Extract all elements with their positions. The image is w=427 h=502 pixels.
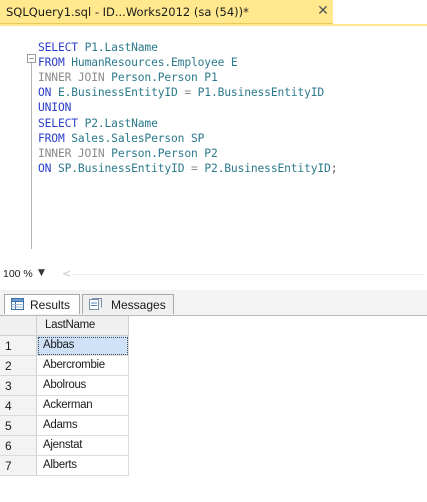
- code-token: P2.LastName: [84, 116, 158, 130]
- code-line: ON E.BusinessEntityID = P1.BusinessEntit…: [38, 85, 324, 100]
- query-editor[interactable]: − SELECT P1.LastName FROM HumanResources.…: [0, 26, 427, 262]
- row-number[interactable]: 3: [0, 376, 37, 396]
- tab-messages-label: Messages: [111, 298, 166, 312]
- code-token: Sales.SalesPerson SP: [71, 131, 205, 145]
- row-number[interactable]: 5: [0, 416, 37, 436]
- scroll-left-icon[interactable]: <: [62, 267, 71, 280]
- code-token: FROM: [38, 56, 72, 70]
- lastname-cell[interactable]: Ackerman: [37, 396, 129, 416]
- zoom-level[interactable]: 100 %: [3, 268, 33, 280]
- grid-header-row: LastName: [0, 316, 140, 336]
- code-token: INNER JOIN: [38, 146, 112, 160]
- code-line: INNER JOIN Person.Person P2: [38, 146, 218, 161]
- code-token: HumanResources.Employee E: [71, 56, 238, 70]
- messages-icon: [89, 298, 102, 310]
- table-row[interactable]: 5 Adams: [0, 416, 129, 436]
- code-token: P1.BusinessEntityID: [197, 86, 325, 100]
- code-token: P2.BusinessEntityID: [204, 161, 331, 175]
- zoom-dropdown-icon[interactable]: ▼: [38, 268, 45, 278]
- table-row[interactable]: 3 Abolrous: [0, 376, 129, 396]
- lastname-cell[interactable]: Adams: [37, 416, 129, 436]
- row-number[interactable]: 7: [0, 456, 37, 476]
- code-token: P1.LastName: [84, 41, 158, 54]
- column-header-lastname[interactable]: LastName: [37, 316, 129, 336]
- code-line: INNER JOIN Person.Person P1: [38, 70, 218, 85]
- tab-title: SQLQuery1.sql - ID...Works2012 (sa (54))…: [6, 5, 249, 19]
- code-token: ON: [38, 86, 58, 100]
- table-row[interactable]: 4 Ackerman: [0, 396, 129, 416]
- collapse-outline-icon[interactable]: −: [27, 54, 36, 63]
- code-line: SELECT P2.LastName: [38, 116, 158, 131]
- results-grid[interactable]: LastName 1 Abbas 2 Abercrombie 3 Abolrous 4 Ack…: [0, 316, 427, 502]
- code-token: Person.Person P2: [111, 146, 218, 160]
- code-token: ON: [38, 161, 58, 175]
- query-document-tab[interactable]: SQLQuery1.sql - ID...Works2012 (sa (54))…: [0, 0, 333, 24]
- tab-results[interactable]: Results: [4, 294, 80, 314]
- code-token: SELECT: [38, 116, 85, 130]
- code-token: =: [191, 161, 205, 175]
- code-token: SP.BusinessEntityID: [57, 161, 191, 175]
- row-number[interactable]: 2: [0, 356, 37, 376]
- lastname-cell[interactable]: Abbas: [37, 336, 129, 356]
- table-row[interactable]: 7 Alberts: [0, 456, 129, 476]
- grid-corner-select-all[interactable]: [0, 316, 37, 336]
- code-token: ;: [330, 161, 338, 175]
- lastname-cell[interactable]: Abolrous: [37, 376, 129, 396]
- grid-results-icon: [11, 298, 24, 310]
- lastname-cell[interactable]: Abercrombie: [37, 356, 129, 376]
- code-line: FROM HumanResources.Employee E: [38, 55, 238, 70]
- row-number[interactable]: 6: [0, 436, 37, 456]
- results-tab-strip: Results Messages: [0, 290, 427, 316]
- table-row[interactable]: 2 Abercrombie: [0, 356, 129, 376]
- code-token: UNION: [38, 101, 72, 115]
- code-token: =: [184, 86, 198, 100]
- code-line: SELECT P1.LastName: [38, 40, 158, 55]
- code-token: E.BusinessEntityID: [57, 86, 185, 100]
- code-token: INNER JOIN: [38, 71, 112, 85]
- lastname-cell[interactable]: Ajenstat: [37, 436, 129, 456]
- tab-results-label: Results: [30, 298, 71, 312]
- horizontal-scrollbar[interactable]: [73, 274, 423, 275]
- code-token: Person.Person P1: [111, 71, 218, 85]
- code-line: FROM Sales.SalesPerson SP: [38, 131, 204, 146]
- code-line: ON SP.BusinessEntityID = P2.BusinessEnti…: [38, 161, 337, 176]
- outline-guide: [31, 63, 32, 249]
- row-number[interactable]: 4: [0, 396, 37, 416]
- row-number[interactable]: 1: [0, 336, 37, 356]
- code-line: UNION: [38, 100, 71, 115]
- tab-messages[interactable]: Messages: [82, 294, 174, 314]
- lastname-cell[interactable]: Alberts: [37, 456, 129, 476]
- close-icon[interactable]: ✕: [316, 3, 330, 19]
- editor-status-row: 100 % ▼ <: [0, 265, 427, 284]
- code-token: SELECT: [38, 41, 85, 54]
- table-row[interactable]: 1 Abbas: [0, 336, 129, 356]
- document-tab-strip: SQLQuery1.sql - ID...Works2012 (sa (54))…: [0, 0, 427, 24]
- table-row[interactable]: 6 Ajenstat: [0, 436, 129, 456]
- code-token: FROM: [38, 131, 72, 145]
